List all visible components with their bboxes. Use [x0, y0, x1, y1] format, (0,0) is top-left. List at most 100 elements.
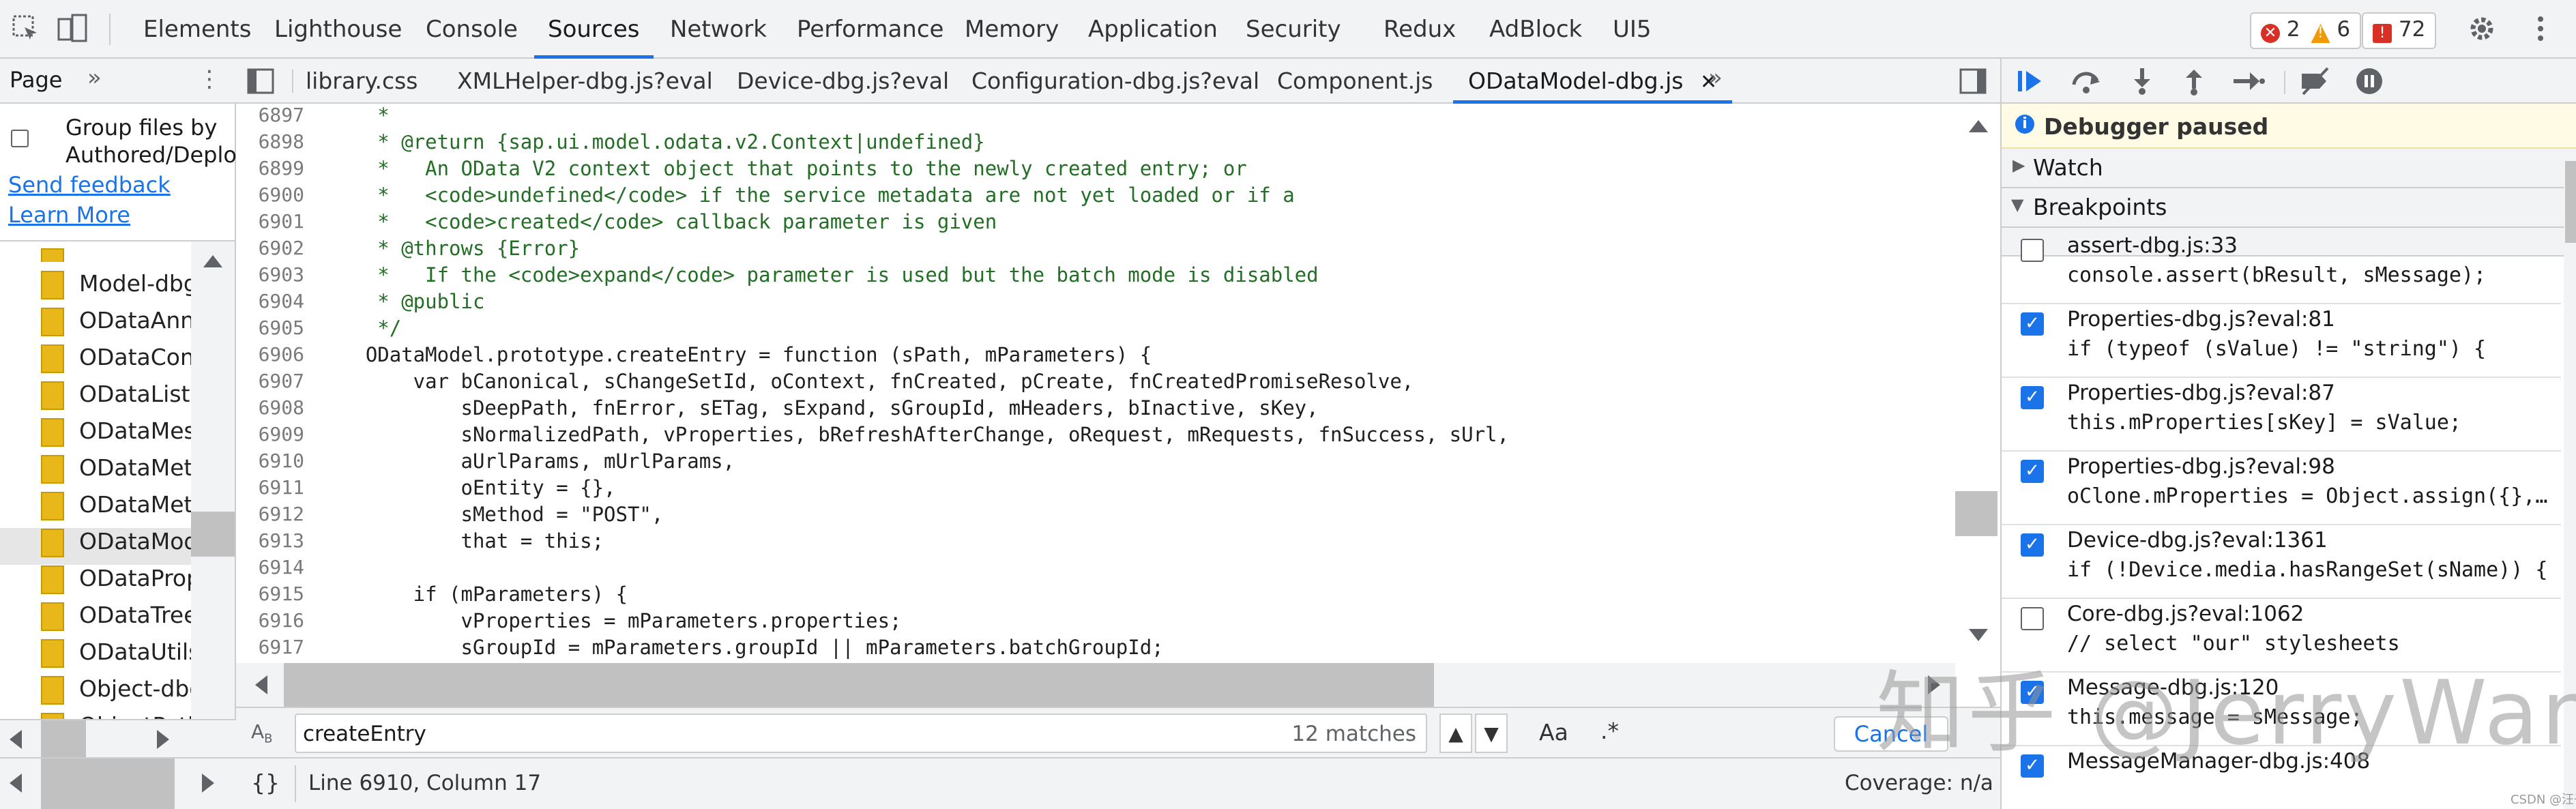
horizontal-scrollbar-2[interactable]	[0, 757, 236, 809]
breakpoint-item[interactable]: ✓ Properties-dbg.js?eval:81 if (typeof (sV…	[2002, 303, 2561, 378]
code-line[interactable]: 6904 * @public	[236, 290, 1955, 317]
gear-icon[interactable]	[2465, 12, 2498, 45]
breakpoints-section-header[interactable]: ▼ Breakpoints	[2002, 188, 2576, 228]
breakpoint-checkbox[interactable]: ✓	[2021, 312, 2044, 336]
breakpoint-checkbox[interactable]: ✓	[2021, 386, 2044, 409]
line-number[interactable]: 6917	[236, 636, 304, 658]
file-tab[interactable]: Configuration-dbg.js?eval	[971, 59, 1259, 104]
send-feedback-link[interactable]: Send feedback	[8, 172, 171, 198]
code-area[interactable]: 6897 * 6898 * @return {sap.ui.model.odata…	[236, 104, 1955, 663]
code-line[interactable]: 6911 oEntity = {},	[236, 476, 1955, 503]
file-item[interactable]: ODataAnn	[41, 307, 191, 344]
code-line[interactable]: 6912 sMethod = "POST",	[236, 503, 1955, 529]
code-line[interactable]: 6907 var bCanonical, sChangeSetId, oCont…	[236, 370, 1955, 396]
scroll-left-icon[interactable]	[255, 675, 267, 694]
file-item[interactable]: Model-dbg	[41, 270, 191, 307]
pause-on-exceptions-icon[interactable]	[2355, 67, 2384, 95]
step-icon[interactable]	[2232, 67, 2265, 95]
breakpoint-checkbox[interactable]	[2021, 239, 2044, 262]
line-number[interactable]: 6897	[236, 104, 304, 126]
line-number[interactable]: 6906	[236, 343, 304, 366]
tab-elements[interactable]: Elements	[143, 0, 251, 59]
breakpoint-item[interactable]: assert-dbg.js:33 console.assert(bResult, …	[2002, 229, 2561, 304]
file-item[interactable]: ODataCon	[41, 344, 191, 381]
tab-application[interactable]: Application	[1088, 0, 1218, 59]
code-line[interactable]: 6901 * <code>created</code> callback par…	[236, 210, 1955, 237]
tab-memory[interactable]: Memory	[965, 0, 1059, 59]
watch-section-header[interactable]: ▶ Watch	[2002, 149, 2576, 188]
scroll-left-icon[interactable]	[10, 774, 22, 793]
code-line[interactable]: 6908 sDeepPath, fnError, sETag, sExpand,…	[236, 396, 1955, 423]
tab-network[interactable]: Network	[670, 0, 767, 59]
line-number[interactable]: 6908	[236, 396, 304, 419]
code-line[interactable]: 6909 sNormalizedPath, vProperties, bRefr…	[236, 423, 1955, 450]
file-item[interactable]: ODataTree	[41, 602, 191, 638]
inspect-element-icon[interactable]	[10, 12, 42, 45]
code-line[interactable]: 6902 * @throws {Error}	[236, 237, 1955, 263]
line-number[interactable]: 6912	[236, 503, 304, 525]
toggle-debugger-icon[interactable]	[1959, 68, 1987, 94]
code-line[interactable]: 6899 * An OData V2 context object that p…	[236, 157, 1955, 183]
line-number[interactable]: 6904	[236, 290, 304, 312]
next-match-button[interactable]: ▼	[1475, 714, 1508, 753]
code-line[interactable]: 6916 vProperties = mParameters.propertie…	[236, 609, 1955, 636]
console-errors-badge[interactable]: ✕ 2 ! 6	[2250, 12, 2362, 49]
scroll-down-icon[interactable]	[1969, 629, 1988, 641]
scrollbar-thumb[interactable]	[191, 512, 235, 557]
scroll-left-icon[interactable]	[10, 730, 22, 749]
code-line[interactable]: 6913 that = this;	[236, 529, 1955, 556]
line-number[interactable]: 6914	[236, 556, 304, 578]
tab-console[interactable]: Console	[426, 0, 518, 59]
tab-ui5[interactable]: UI5	[1613, 0, 1652, 59]
file-tab[interactable]: Device-dbg.js?eval	[737, 59, 949, 104]
scrollbar-thumb[interactable]	[284, 663, 1434, 708]
file-item[interactable]: ODataListB	[41, 381, 191, 417]
more-options-icon[interactable]	[2524, 12, 2557, 45]
scroll-right-icon[interactable]	[202, 774, 214, 793]
tab-lighthouse[interactable]: Lighthouse	[274, 0, 402, 59]
breakpoint-checkbox[interactable]: ✓	[2021, 533, 2044, 557]
line-number[interactable]: 6903	[236, 263, 304, 286]
breakpoint-item[interactable]: ✓ Device-dbg.js?eval:1361 if (!Device.medi…	[2002, 524, 2561, 599]
code-line[interactable]: 6900 * <code>undefined</code> if the ser…	[236, 183, 1955, 210]
line-number[interactable]: 6910	[236, 450, 304, 472]
code-line[interactable]: 6897 *	[236, 104, 1955, 130]
file-item[interactable]: ODataUtils	[41, 638, 191, 675]
file-tree-scrollbar[interactable]	[191, 241, 235, 759]
device-toolbar-icon[interactable]	[56, 12, 89, 45]
more-tabs-icon[interactable]: »	[1708, 64, 1723, 91]
toggle-navigator-icon[interactable]	[247, 68, 274, 94]
code-line[interactable]: 6917 sGroupId = mParameters.groupId || m…	[236, 636, 1955, 662]
resume-icon[interactable]	[2015, 67, 2045, 95]
file-item[interactable]: ODataProp	[41, 565, 191, 602]
breakpoint-checkbox[interactable]: ✓	[2021, 460, 2044, 483]
line-number[interactable]: 6911	[236, 476, 304, 499]
pretty-print-button[interactable]: {}	[251, 769, 280, 796]
horizontal-scrollbar[interactable]	[0, 719, 236, 757]
line-number[interactable]: 6900	[236, 183, 304, 206]
previous-match-button[interactable]: ▲	[1439, 714, 1472, 753]
line-number[interactable]: 6905	[236, 317, 304, 339]
scroll-up-icon[interactable]	[1969, 120, 1988, 132]
code-line[interactable]: 6898 * @return {sap.ui.model.odata.v2.Co…	[236, 130, 1955, 157]
line-number[interactable]: 6907	[236, 370, 304, 392]
file-item[interactable]: ODataMes	[41, 417, 191, 454]
file-tab[interactable]: library.css	[306, 59, 418, 104]
group-files-checkbox[interactable]	[11, 130, 29, 147]
step-into-icon[interactable]	[2128, 67, 2156, 95]
file-item[interactable]: ObjectPath	[41, 712, 191, 719]
line-number[interactable]: 6901	[236, 210, 304, 233]
menu-icon[interactable]: ⋮	[198, 65, 221, 93]
code-line[interactable]: 6914	[236, 556, 1955, 583]
scrollbar-thumb[interactable]	[41, 759, 175, 809]
match-case-button[interactable]: Aa	[1539, 719, 1568, 746]
code-line[interactable]: 6910 aUrlParams, mUrlParams,	[236, 450, 1955, 476]
learn-more-link[interactable]: Learn More	[8, 202, 130, 228]
line-number[interactable]: 6913	[236, 529, 304, 552]
line-number[interactable]: 6902	[236, 237, 304, 259]
code-line[interactable]: 6915 if (mParameters) {	[236, 583, 1955, 609]
breakpoint-item[interactable]: ✓ Properties-dbg.js?eval:98 oClone.mProper…	[2002, 450, 2561, 525]
line-number[interactable]: 6899	[236, 157, 304, 179]
scrollbar-thumb[interactable]	[1955, 491, 1997, 536]
editor-scrollbar[interactable]	[1955, 104, 2000, 663]
